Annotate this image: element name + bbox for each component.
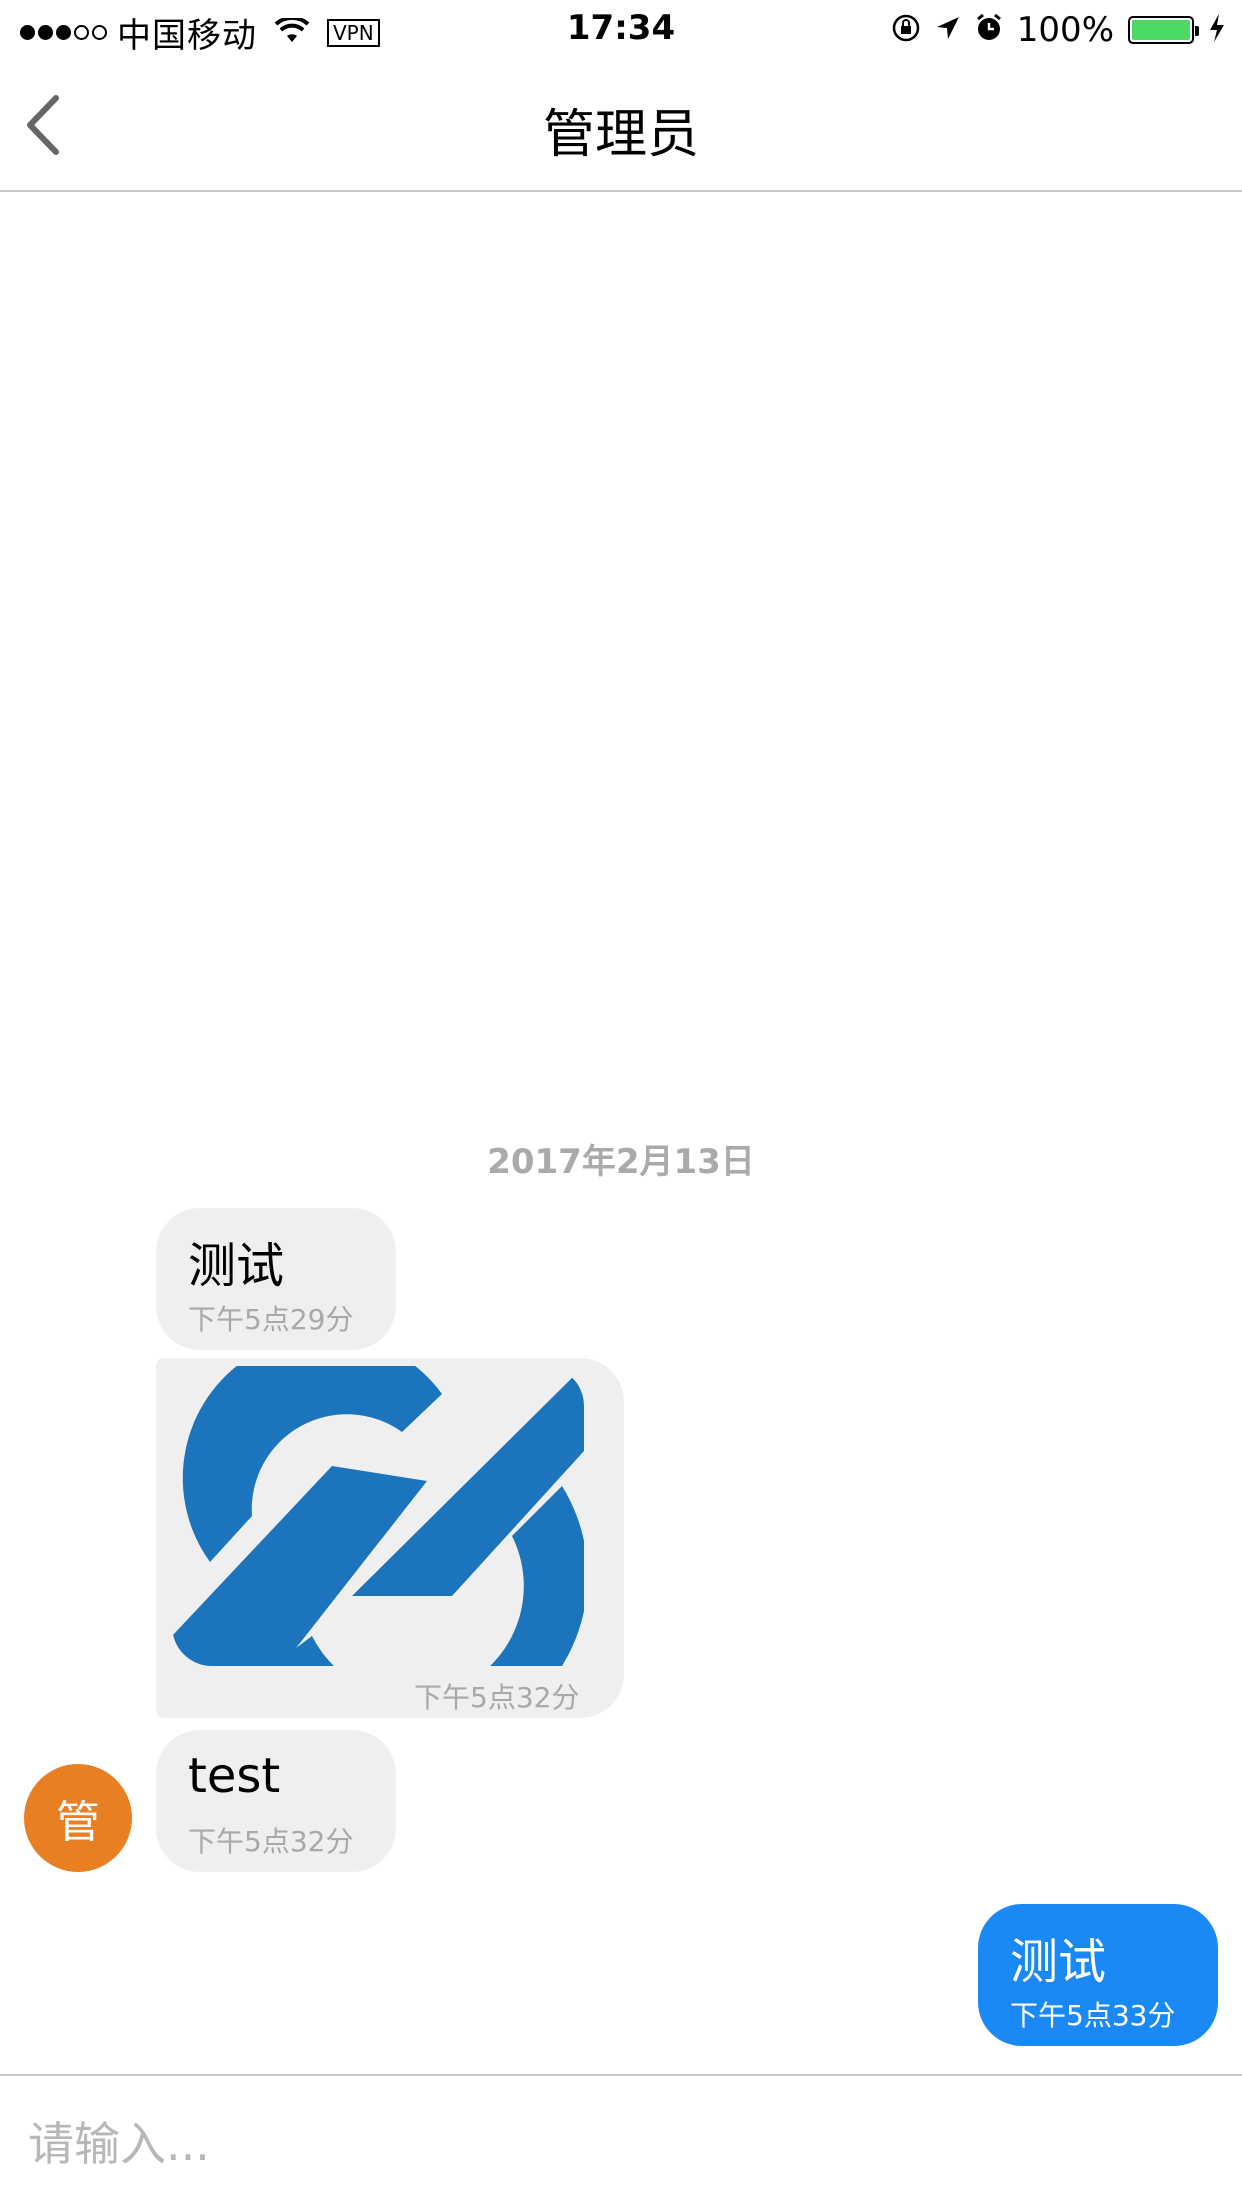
location-arrow-icon xyxy=(935,15,961,45)
message-time: 下午5点33分 xyxy=(1010,1999,1176,2032)
navigation-bar: 管理员 xyxy=(0,62,1242,192)
incoming-message[interactable]: test 下午5点32分 xyxy=(156,1730,396,1872)
orientation-lock-icon xyxy=(891,13,921,47)
message-time: 下午5点32分 xyxy=(188,1825,354,1858)
status-right: 100% xyxy=(891,10,1226,50)
battery-icon xyxy=(1128,16,1199,44)
battery-percent: 100% xyxy=(1016,10,1114,50)
status-bar: 中国移动 VPN 17:34 100% xyxy=(0,0,1242,62)
incoming-image-message[interactable]: 下午5点32分 xyxy=(156,1358,624,1718)
sender-avatar[interactable]: 管 xyxy=(24,1764,132,1872)
message-time: 下午5点29分 xyxy=(188,1303,354,1336)
incoming-message[interactable]: 测试 下午5点29分 xyxy=(156,1208,396,1350)
chain-link-logo-icon xyxy=(172,1366,584,1666)
page-title: 管理员 xyxy=(542,105,699,165)
message-text: 测试 xyxy=(188,1238,285,1294)
message-time: 下午5点32分 xyxy=(414,1681,580,1714)
message-input[interactable] xyxy=(28,2106,1208,2182)
charging-bolt-icon xyxy=(1208,13,1226,47)
date-divider: 2017年2月13日 xyxy=(487,1142,755,1182)
battery-level-fill xyxy=(1132,20,1190,40)
chat-area[interactable]: 2017年2月13日 测试 下午5点29分 下午5点32分 test 下午5点3… xyxy=(0,192,1242,2072)
image-attachment[interactable] xyxy=(172,1366,584,1666)
message-text: test xyxy=(188,1748,281,1804)
message-input-bar xyxy=(0,2074,1242,2210)
outgoing-message[interactable]: 测试 下午5点33分 xyxy=(978,1904,1218,2046)
alarm-icon xyxy=(975,13,1003,47)
message-text: 测试 xyxy=(1010,1934,1107,1990)
